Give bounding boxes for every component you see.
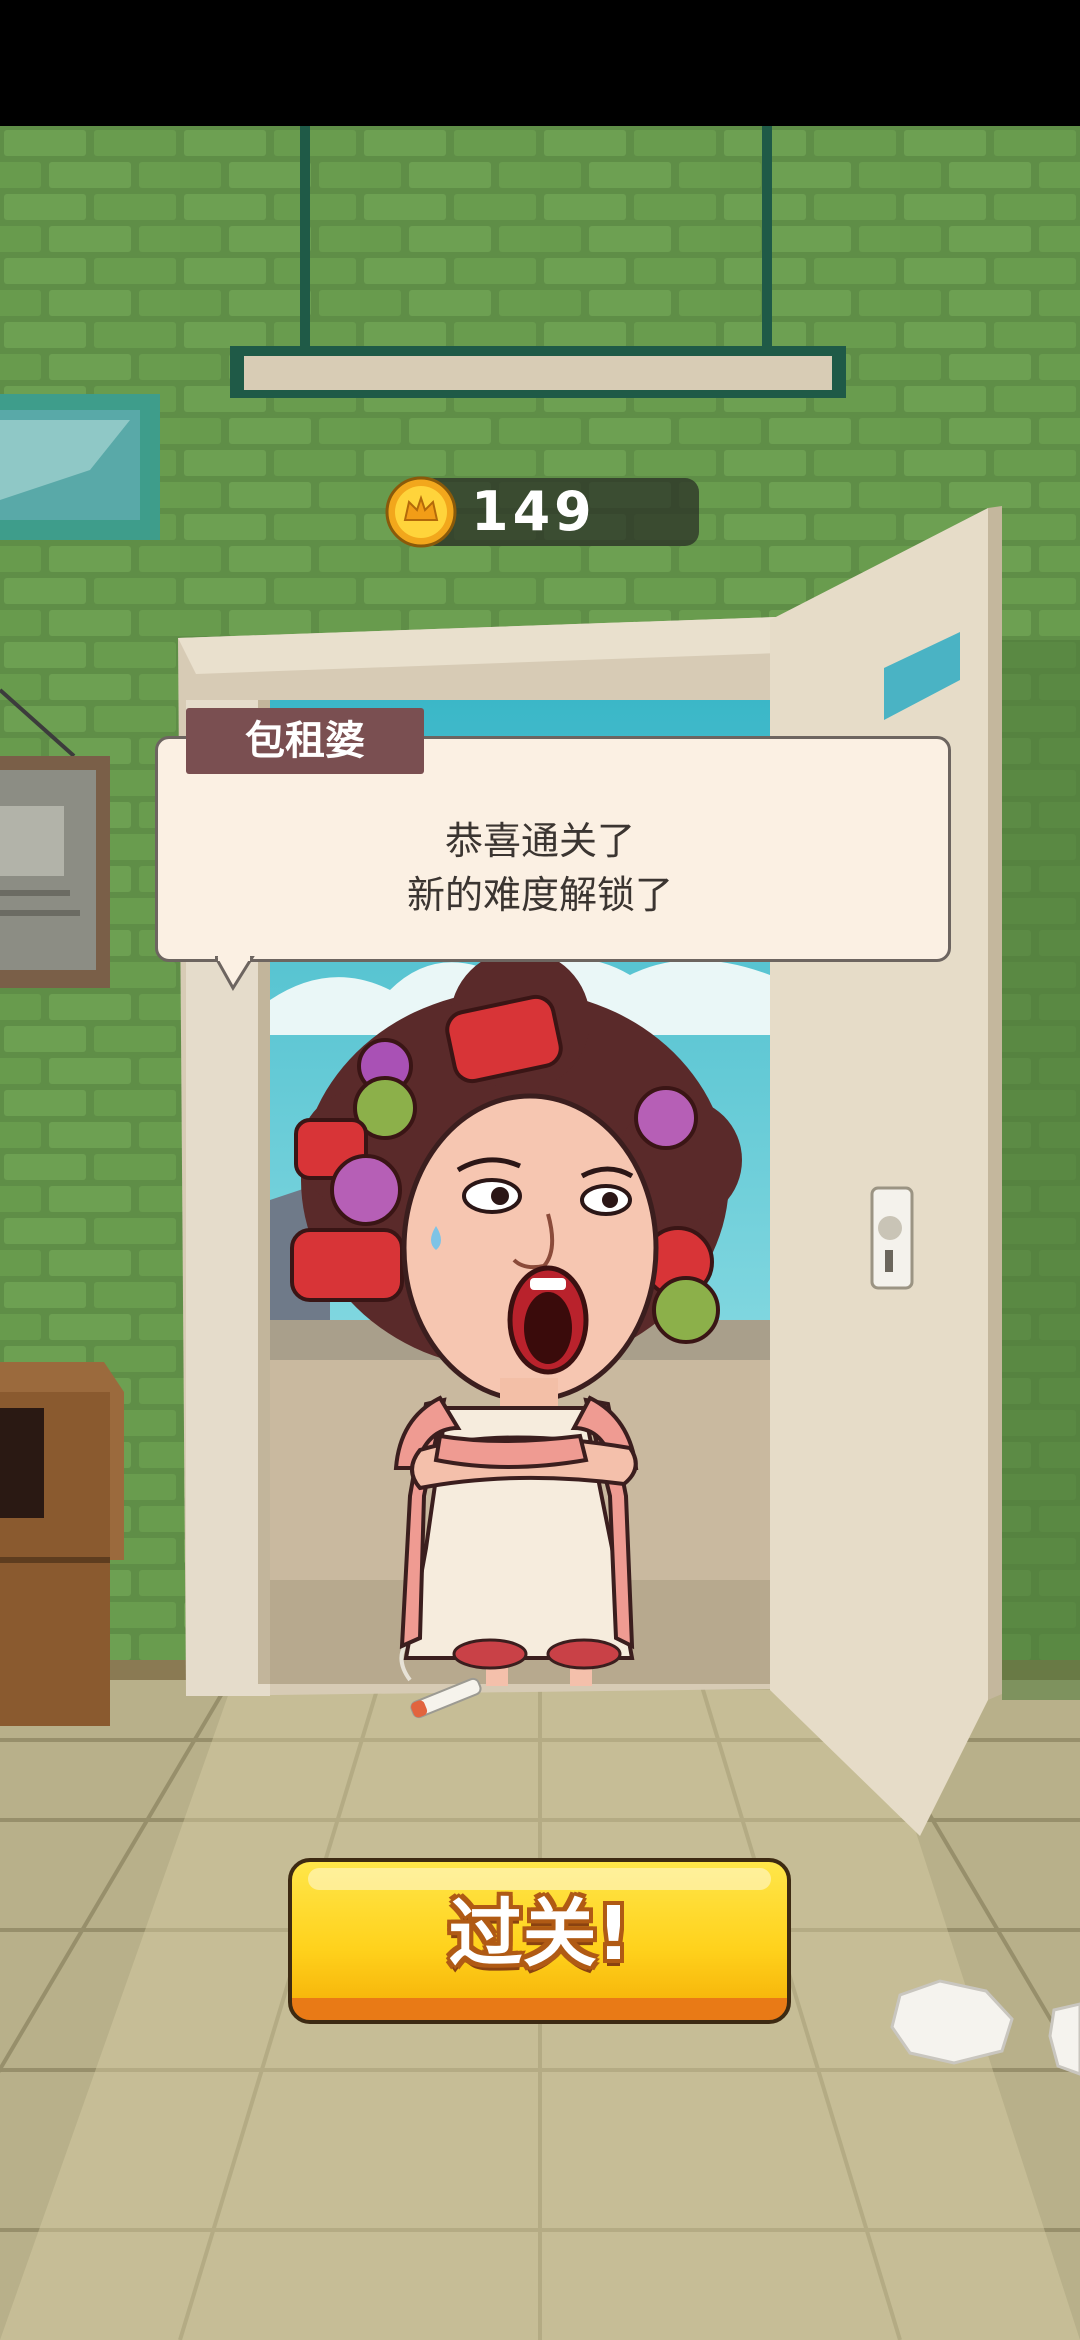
game-scene: 149 包租婆 恭喜通关了 新的难度解锁了 过关! [0,0,1080,2340]
dialog-text-line-2: 新的难度解锁了 [406,873,673,917]
pass-level-button-label: 过关! [448,1891,631,1977]
pass-level-button[interactable]: 过关! [288,1858,791,2024]
dialog-text-line-1: 恭喜通关了 [444,819,635,863]
status-bar [0,0,1080,126]
speaker-name: 包租婆 [245,718,365,764]
dialog-tail [215,956,255,991]
crown-coin-icon [385,476,457,548]
coin-count: 149 [471,480,596,543]
speaker-name-tag: 包租婆 [186,708,424,774]
coin-counter: 149 [385,476,699,548]
